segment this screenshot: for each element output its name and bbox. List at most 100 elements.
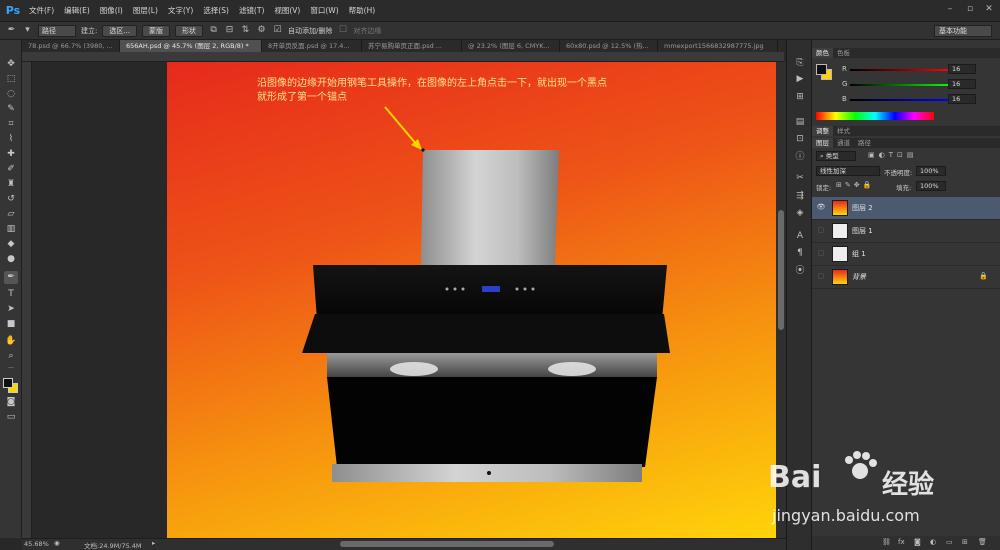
tab-document[interactable]: 苏宁易购单页正面.psd ... <box>362 40 462 52</box>
menu-help[interactable]: 帮助(H) <box>344 5 381 16</box>
pen-tool-icon[interactable]: ✒ <box>4 271 18 284</box>
layer-name[interactable]: 背景 <box>852 272 866 282</box>
actions-icon[interactable]: ▶ <box>793 73 807 85</box>
path-alignment-icon[interactable]: ⊟ <box>224 25 235 36</box>
adjustment-layer-icon[interactable]: ◐ <box>930 538 936 546</box>
paragraph-icon[interactable]: ¶ <box>793 247 807 259</box>
tab-document[interactable]: 78.psd @ 66.7% (3980, ... <box>22 40 120 52</box>
tab-paths[interactable]: 路径 <box>854 138 875 148</box>
status-menu-icon[interactable]: ◉ <box>54 539 60 547</box>
blur-tool-icon[interactable]: ◆ <box>4 238 18 251</box>
history-icon[interactable]: ⎘ <box>793 57 807 69</box>
blend-mode-select[interactable]: 线性加深 <box>816 166 880 176</box>
add-mask-icon[interactable]: ◙ <box>914 538 921 546</box>
layer-row[interactable]: 👁 图层 2 <box>812 197 1000 220</box>
workspace-select[interactable]: 基本功能 <box>934 25 992 37</box>
menu-view[interactable]: 视图(V) <box>269 5 305 16</box>
gear-icon[interactable]: ⚙ <box>256 25 267 36</box>
tab-swatches[interactable]: 色板 <box>833 48 854 58</box>
horizontal-scroll-thumb[interactable] <box>340 541 554 547</box>
info-icon[interactable]: ⊞ <box>793 91 807 103</box>
zoom-level[interactable]: 45.68% <box>24 540 49 548</box>
make-mask-button[interactable]: 蒙版 <box>142 24 171 37</box>
visibility-eye-icon[interactable]: 👁 <box>816 203 826 213</box>
close-icon[interactable]: ✕ <box>981 2 997 16</box>
path-selection-tool-icon[interactable]: ➤ <box>4 303 18 316</box>
menu-layer[interactable]: 图层(L) <box>128 5 163 16</box>
lock-options-icons[interactable]: ⊞✎✥🔒 <box>836 181 874 189</box>
color-panel-foreground[interactable] <box>816 64 827 75</box>
chevron-down-icon[interactable]: ▾ <box>22 25 33 36</box>
visibility-empty-icon[interactable]: ▢ <box>816 226 826 236</box>
foreground-color-swatch[interactable] <box>3 378 13 388</box>
eraser-tool-icon[interactable]: ▱ <box>4 208 18 221</box>
tab-document[interactable]: 60x80.psd @ 12.5% (热... <box>560 40 658 52</box>
layer-name[interactable]: 图层 1 <box>852 226 873 236</box>
tab-document-active[interactable]: 656AH.psd @ 45.7% (图层 2, RGB/8) * <box>120 40 262 52</box>
visibility-empty-icon[interactable]: ▢ <box>816 249 826 259</box>
layer-row[interactable]: ▢ 组 1 <box>812 243 1000 266</box>
path-operations-icon[interactable]: ⧉ <box>208 25 219 36</box>
document-canvas[interactable]: 沿图像的边缘开始用钢笔工具操作，在图像的左上角点击一下，就出现一个黑点 就形成了… <box>167 62 778 538</box>
eyedropper-tool-icon[interactable]: ⌇ <box>4 133 18 146</box>
color-spectrum[interactable] <box>816 112 934 120</box>
blue-value[interactable]: 16 <box>948 94 976 104</box>
menu-image[interactable]: 图像(I) <box>95 5 128 16</box>
menu-type[interactable]: 文字(Y) <box>163 5 198 16</box>
quick-select-tool-icon[interactable]: ✎ <box>4 103 18 116</box>
clone-stamp-tool-icon[interactable]: ♜ <box>4 178 18 191</box>
green-track[interactable] <box>850 84 948 86</box>
layer-filter-icons[interactable]: ▣◐T⊡▤ <box>868 151 917 159</box>
properties-icon[interactable]: ▤ <box>793 116 807 128</box>
checkbox-checked-icon[interactable]: ☑ <box>272 25 283 36</box>
auto-add-delete-label[interactable]: 自动添加/删除 <box>288 26 332 36</box>
lasso-tool-icon[interactable]: ◌ <box>4 88 18 101</box>
menu-file[interactable]: 文件(F) <box>24 5 59 16</box>
menu-window[interactable]: 窗口(W) <box>305 5 343 16</box>
maximize-icon[interactable]: ▫ <box>962 2 978 16</box>
layer-filter-select[interactable]: ⌕ 类型 <box>816 151 856 161</box>
delete-layer-icon[interactable]: 🗑 <box>978 538 987 546</box>
character-icon[interactable]: A <box>793 230 807 242</box>
layer-name[interactable]: 组 1 <box>852 249 866 259</box>
healing-brush-tool-icon[interactable]: ✚ <box>4 148 18 161</box>
tab-document[interactable]: 8开单页反面.psd @ 17.4... <box>262 40 362 52</box>
align-edges-label[interactable]: 对齐边缘 <box>353 26 381 36</box>
blue-slider[interactable]: B 16 <box>842 94 992 105</box>
new-layer-icon[interactable]: ⊞ <box>962 538 968 546</box>
red-slider[interactable]: R 16 <box>842 64 992 75</box>
red-value[interactable]: 16 <box>948 64 976 74</box>
pen-mode-select[interactable]: 路径 <box>38 24 76 37</box>
green-slider[interactable]: G 16 <box>842 79 992 90</box>
screen-mode-icon[interactable]: ▭ <box>4 411 18 424</box>
crop-tool-icon[interactable]: ⌗ <box>4 118 18 131</box>
green-value[interactable]: 16 <box>948 79 976 89</box>
make-shape-button[interactable]: 形状 <box>175 24 204 37</box>
navigator-icon[interactable]: ⊡ <box>793 133 807 145</box>
checkbox-unchecked-icon[interactable]: ☐ <box>337 25 348 36</box>
brush-presets-icon[interactable]: ⇶ <box>793 190 807 202</box>
more-tools-icon[interactable]: ··· <box>4 362 18 375</box>
pen-tool-preset-icon[interactable]: ✒ <box>6 25 17 36</box>
minimize-icon[interactable]: – <box>942 2 958 16</box>
marquee-tool-icon[interactable]: ⬚ <box>4 73 18 86</box>
fill-field[interactable]: 100% <box>916 181 946 191</box>
layer-row[interactable]: ▢ 图层 1 <box>812 220 1000 243</box>
visibility-empty-icon[interactable]: ▢ <box>816 272 826 282</box>
character-info-icon[interactable]: ⓘ <box>793 151 807 163</box>
red-track[interactable] <box>850 69 948 71</box>
menu-edit[interactable]: 编辑(E) <box>59 5 95 16</box>
tab-document[interactable]: @ 23.2% (图层 6, CMYK... <box>462 40 560 52</box>
tab-channels[interactable]: 通道 <box>833 138 854 148</box>
tool-presets-icon[interactable]: ⦿ <box>793 265 807 277</box>
opacity-field[interactable]: 100% <box>916 166 946 176</box>
menu-filter[interactable]: 滤镜(T) <box>234 5 269 16</box>
tab-color[interactable]: 颜色 <box>812 48 833 58</box>
menu-select[interactable]: 选择(S) <box>198 5 234 16</box>
hand-tool-icon[interactable]: ✋ <box>4 335 18 348</box>
gradient-tool-icon[interactable]: ▥ <box>4 223 18 236</box>
tab-document[interactable]: mmexport1566832987775.jpg <box>658 40 778 52</box>
layer-name[interactable]: 图层 2 <box>852 203 873 213</box>
vertical-scroll-thumb[interactable] <box>778 210 784 330</box>
layer-row[interactable]: ▢ 背景 🔒 <box>812 266 1000 289</box>
